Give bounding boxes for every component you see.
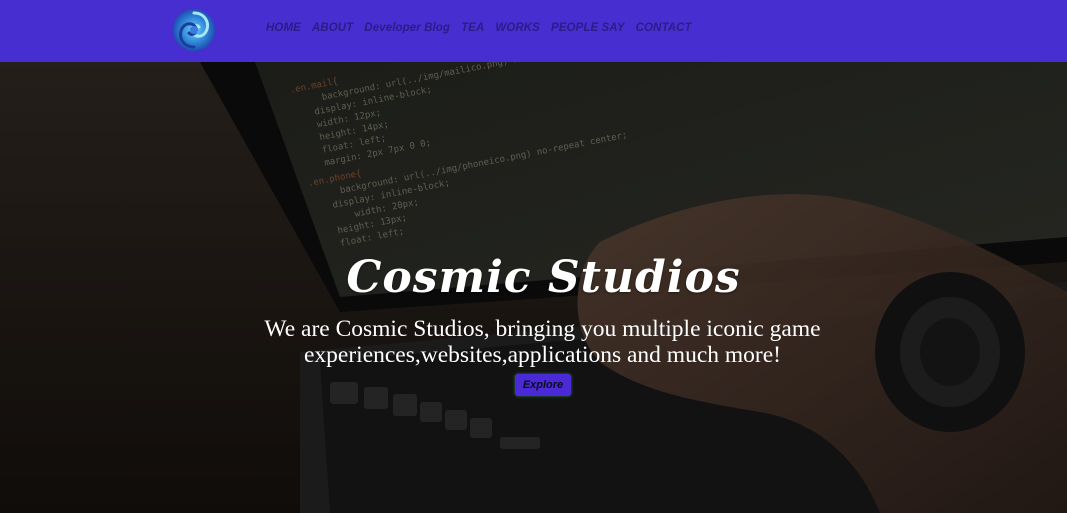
nav-menu: HOME ABOUT Developer Blog TEA WORKS PEOP… — [266, 22, 703, 34]
nav-link-people-say[interactable]: PEOPLE SAY — [551, 22, 625, 34]
nav-link-about[interactable]: ABOUT — [312, 22, 353, 34]
nav-link-tea[interactable]: TEA — [461, 22, 484, 34]
nav-link-developer-blog[interactable]: Developer Blog — [364, 22, 450, 34]
explore-button[interactable]: Explore — [515, 374, 571, 396]
swirl-logo-icon[interactable] — [171, 7, 217, 53]
navbar: HOME ABOUT Developer Blog TEA WORKS PEOP… — [0, 0, 1067, 62]
hero-subtitle: We are Cosmic Studios, bringing you mult… — [264, 316, 821, 368]
nav-link-home[interactable]: HOME — [266, 22, 301, 34]
page: HOME ABOUT Developer Blog TEA WORKS PEOP… — [0, 0, 1067, 513]
hero-title: Cosmic Studios — [346, 252, 741, 303]
nav-link-works[interactable]: WORKS — [495, 22, 540, 34]
nav-link-contact[interactable]: CONTACT — [636, 22, 692, 34]
hero-section: .en.mail{ background: url(../img/mailico… — [0, 62, 1067, 513]
